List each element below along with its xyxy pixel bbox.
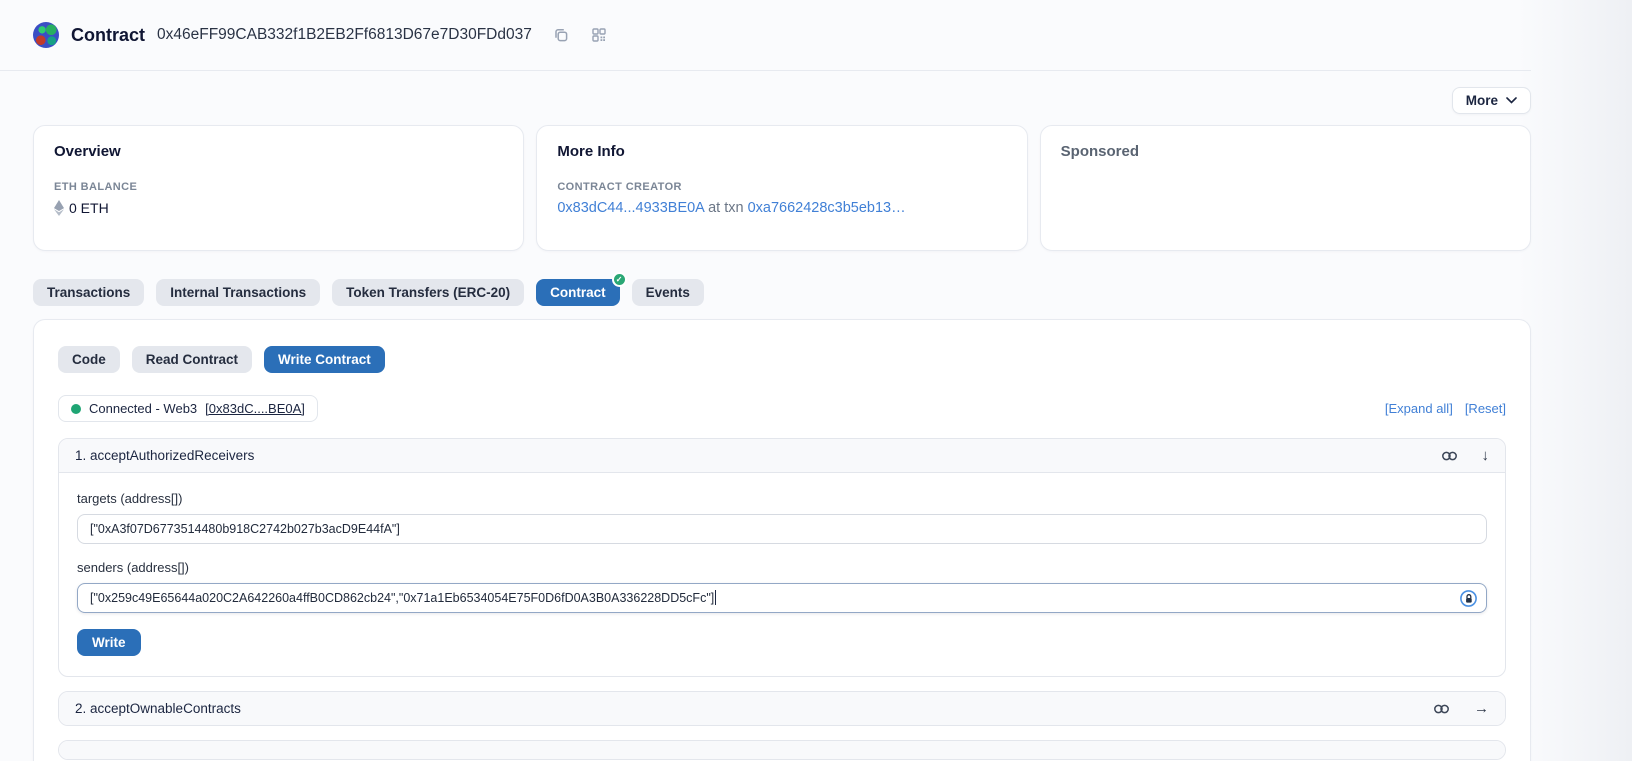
write-button[interactable]: Write bbox=[77, 629, 141, 656]
connected-status-dot-icon bbox=[71, 404, 81, 414]
method-3-header[interactable] bbox=[59, 741, 1505, 759]
eth-balance-label: ETH BALANCE bbox=[54, 181, 503, 193]
contract-subtabs: Code Read Contract Write Contract bbox=[58, 346, 1506, 373]
more-info-card: More Info CONTRACT CREATOR 0x83dC44...49… bbox=[536, 125, 1027, 251]
tab-contract[interactable]: Contract ✓ bbox=[536, 279, 620, 306]
more-info-card-title: More Info bbox=[557, 143, 1006, 160]
contract-address: 0x46eFF99CAB332f1B2EB2Ff6813D67e7D30FDd0… bbox=[157, 26, 532, 44]
senders-input-value: ["0x259c49E65644a020C2A642260a4ffB0CD862… bbox=[90, 591, 714, 605]
header-divider bbox=[0, 70, 1531, 71]
main-tabs: Transactions Internal Transactions Token… bbox=[33, 279, 1531, 306]
tab-events[interactable]: Events bbox=[632, 279, 704, 306]
collapse-arrow-icon[interactable]: ↓ bbox=[1482, 448, 1490, 463]
method-1-title: 1. acceptAuthorizedReceivers bbox=[75, 448, 254, 463]
connection-status-text: Connected - Web3 bbox=[89, 401, 197, 416]
method-item-acceptOwnableContracts: 2. acceptOwnableContracts → bbox=[58, 691, 1506, 726]
method-item-acceptAuthorizedReceivers: 1. acceptAuthorizedReceivers ↓ targets (… bbox=[58, 438, 1506, 677]
more-button-label: More bbox=[1466, 93, 1498, 108]
permalink-icon[interactable] bbox=[1433, 702, 1450, 716]
targets-input-value: ["0xA3f07D6773514480b918C2742b027b3acD9E… bbox=[90, 522, 400, 536]
chevron-down-icon bbox=[1506, 97, 1517, 104]
eth-balance-value: 0 ETH bbox=[69, 200, 109, 216]
overview-card-title: Overview bbox=[54, 143, 503, 160]
creation-txn-link[interactable]: 0xa7662428c3b5eb13… bbox=[748, 200, 906, 216]
text-cursor bbox=[715, 590, 716, 605]
senders-field-label: senders (address[]) bbox=[77, 560, 1487, 575]
summary-cards: Overview ETH BALANCE 0 ETH More Info CON… bbox=[33, 125, 1531, 251]
permalink-icon[interactable] bbox=[1441, 449, 1458, 463]
password-manager-lock-icon[interactable] bbox=[1460, 590, 1477, 607]
page-title: Contract bbox=[71, 25, 145, 46]
page-header: Contract 0x46eFF99CAB332f1B2EB2Ff6813D67… bbox=[0, 0, 1632, 70]
contract-identicon-avatar bbox=[33, 22, 59, 48]
verified-check-icon: ✓ bbox=[612, 272, 627, 287]
copy-address-icon[interactable] bbox=[552, 26, 570, 44]
tab-token-transfers[interactable]: Token Transfers (ERC-20) bbox=[332, 279, 524, 306]
subtab-write-contract[interactable]: Write Contract bbox=[264, 346, 385, 373]
senders-input[interactable]: ["0x259c49E65644a020C2A642260a4ffB0CD862… bbox=[77, 583, 1487, 613]
more-button[interactable]: More bbox=[1452, 87, 1531, 114]
sponsored-card: Sponsored bbox=[1040, 125, 1531, 251]
method-2-header[interactable]: 2. acceptOwnableContracts → bbox=[59, 692, 1505, 725]
sponsored-card-title: Sponsored bbox=[1061, 143, 1510, 160]
method-2-title: 2. acceptOwnableContracts bbox=[75, 701, 241, 716]
creator-connector-text: at txn bbox=[708, 200, 743, 216]
wallet-connect-status[interactable]: Connected - Web3 [0x83dC....BE0A] bbox=[58, 395, 318, 422]
subtab-code[interactable]: Code bbox=[58, 346, 120, 373]
overview-card: Overview ETH BALANCE 0 ETH bbox=[33, 125, 524, 251]
method-1-body: targets (address[]) ["0xA3f07D6773514480… bbox=[59, 472, 1505, 676]
subtab-read-contract[interactable]: Read Contract bbox=[132, 346, 252, 373]
reset-link[interactable]: [Reset] bbox=[1465, 401, 1506, 416]
expand-arrow-icon[interactable]: → bbox=[1474, 701, 1489, 716]
contract-panel: Code Read Contract Write Contract Connec… bbox=[33, 319, 1531, 761]
tab-contract-label: Contract bbox=[550, 285, 606, 300]
targets-field-label: targets (address[]) bbox=[77, 491, 1487, 506]
method-1-header[interactable]: 1. acceptAuthorizedReceivers ↓ bbox=[59, 439, 1505, 472]
method-item-next bbox=[58, 740, 1506, 760]
targets-input[interactable]: ["0xA3f07D6773514480b918C2742b027b3acD9E… bbox=[77, 514, 1487, 544]
tab-internal-transactions[interactable]: Internal Transactions bbox=[156, 279, 320, 306]
expand-all-link[interactable]: [Expand all] bbox=[1385, 401, 1453, 416]
tab-transactions[interactable]: Transactions bbox=[33, 279, 144, 306]
creator-address-link[interactable]: 0x83dC44...4933BE0A bbox=[557, 200, 704, 216]
connected-wallet-link[interactable]: [0x83dC....BE0A] bbox=[205, 401, 305, 416]
contract-creator-label: CONTRACT CREATOR bbox=[557, 181, 1006, 193]
ethereum-icon bbox=[54, 200, 64, 216]
qr-code-icon[interactable] bbox=[590, 26, 608, 44]
